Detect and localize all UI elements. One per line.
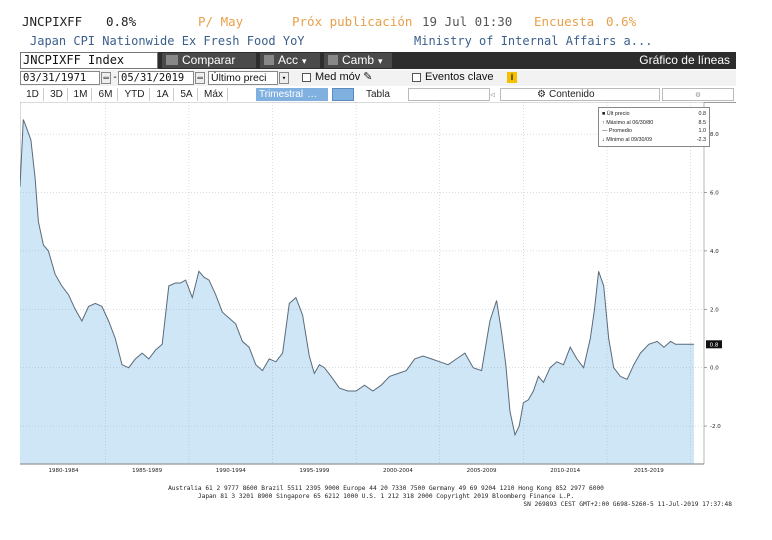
period-button-1m[interactable]: 1M <box>70 88 92 101</box>
start-date-calendar-icon[interactable]: ▭ <box>101 72 111 84</box>
next-release-date: 19 Jul 01:30 <box>422 14 513 29</box>
legend-value: 1.0 <box>698 128 707 134</box>
footer-contacts-line2: Japan 81 3 3201 8900 Singapore 65 6212 1… <box>197 493 575 500</box>
x-tick-label: 2015-2019 <box>634 468 664 474</box>
x-tick-label: 2010-2014 <box>550 468 580 474</box>
compare-icon <box>166 55 178 65</box>
end-date-calendar-icon[interactable]: ▭ <box>195 72 205 84</box>
period-button-3d[interactable]: 3D <box>46 88 68 101</box>
actions-icon <box>264 55 274 65</box>
data-source: Ministry of Internal Affairs a... <box>414 34 653 48</box>
x-tick-label: 1995-1999 <box>299 468 329 474</box>
start-date-input[interactable]: 03/31/1971 <box>20 71 100 85</box>
legend-row: ↓ Mínimo al 09/30/09 -2.3 <box>602 136 706 145</box>
ticker-label: JNCPIXFF <box>22 14 83 29</box>
compare-button[interactable]: Comparar <box>162 53 256 68</box>
content-label: Contenido <box>548 89 595 100</box>
last-value: 0.8% <box>106 14 137 29</box>
footer-contacts-line1: Australia 61 2 9777 8600 Brazil 5511 239… <box>168 485 604 492</box>
end-date-input[interactable]: 05/31/2019 <box>118 71 194 85</box>
y-tick-label: -2.0 <box>710 424 721 430</box>
legend-value: -2.3 <box>696 136 706 143</box>
security-header: JNCPIXFF 0.8% P/ May Próx publicación 19… <box>22 14 762 30</box>
legend-value: 0.8 <box>698 111 707 117</box>
period-button-ytd[interactable]: YTD <box>120 88 150 101</box>
security-description-row: Japan CPI Nationwide Ex Fresh Food YoY M… <box>30 34 760 48</box>
change-button[interactable]: Camb ▾ <box>324 53 392 68</box>
settings-gear-icon[interactable]: ⚙ <box>662 88 734 101</box>
pencil-icon[interactable]: ✎ <box>363 71 372 83</box>
chart-legend: ■ Últ precio 0.8 ↑ Máximo al 06/30/80 8.5— … <box>598 107 710 147</box>
y-tick-label: 4.0 <box>710 249 719 255</box>
table-scroll-icon[interactable]: ◁ <box>490 88 498 101</box>
controls-row: 03/31/1971 ▭ - 05/31/2019 ▭ Último preci… <box>20 70 736 86</box>
actions-label: Acc <box>278 53 299 67</box>
moving-avg-label: Med móv <box>315 71 361 83</box>
table-button[interactable]: Tabla <box>366 88 406 101</box>
legend-label: ↓ Mínimo al 09/30/09 <box>602 136 653 143</box>
legend-label: ■ Últ precio <box>602 111 630 117</box>
change-dropdown-icon: ▾ <box>378 56 383 66</box>
legend-row: — Promedio 1.0 <box>602 127 706 136</box>
security-description: Japan CPI Nationwide Ex Fresh Food YoY <box>30 34 305 48</box>
price-select-chevron-icon[interactable]: ▾ <box>279 72 289 84</box>
actions-button[interactable]: Acc ▾ <box>260 53 320 68</box>
change-label: Camb <box>342 53 375 67</box>
period-button-6m[interactable]: 6M <box>94 88 118 101</box>
x-tick-label: 2005-2009 <box>467 468 497 474</box>
period-button-1a[interactable]: 1A <box>152 88 174 101</box>
events-label: Eventos clave <box>425 71 494 83</box>
frequency-dropdown-icon: … <box>307 89 318 100</box>
compare-label: Comparar <box>182 53 236 67</box>
table-input[interactable] <box>408 88 490 101</box>
last-value-label: 0.8 <box>710 342 719 348</box>
y-tick-label: 0.0 <box>710 366 719 372</box>
period-button-5a[interactable]: 5A <box>176 88 198 101</box>
moving-avg-checkbox[interactable] <box>302 73 311 82</box>
legend-label: ↑ Máximo al 06/30/80 <box>602 119 654 126</box>
period-button-máx[interactable]: Máx <box>200 88 228 101</box>
x-tick-label: 1990-1994 <box>216 468 246 474</box>
legend-label: — Promedio <box>602 128 632 134</box>
period-label: P/ May <box>198 14 244 29</box>
chart-area: 8.0 6.0 4.0 2.0 0.0 -2.0 1980-1984 1985-1989 199… <box>19 101 736 502</box>
next-release-label: Próx publicación <box>292 14 413 29</box>
frequency-label: Trimestral <box>259 89 304 100</box>
events-checkbox[interactable] <box>412 73 421 82</box>
survey-value: 0.6% <box>606 14 637 29</box>
change-icon <box>328 55 338 65</box>
period-row: 1D 3D 1M 6M YTD 1A 5A Máx Trimestral… Tabla ◁ ⚙… <box>20 87 736 103</box>
x-tick-label: 1985-1989 <box>132 468 162 474</box>
content-button[interactable]: ⚙ Contenido <box>500 88 660 101</box>
y-tick-label: 6.0 <box>710 191 719 197</box>
x-tick-label: 2000-2004 <box>383 468 413 474</box>
content-icon: ⚙ <box>537 89 546 100</box>
chart-type-title[interactable]: Gráfico de líneas <box>580 53 730 68</box>
frequency-chevron-button[interactable] <box>332 88 354 101</box>
actions-dropdown-icon: ▾ <box>302 56 307 66</box>
period-button-1d[interactable]: 1D <box>22 88 44 101</box>
index-field[interactable]: JNCPIXFF Index <box>20 52 158 69</box>
legend-value: 8.5 <box>698 119 707 126</box>
y-tick-label: 8.0 <box>710 132 719 138</box>
toolbar: JNCPIXFF Index Comparar Acc ▾ Camb ▾ Gráfi… <box>20 52 736 69</box>
y-tick-label: 2.0 <box>710 307 719 313</box>
legend-row: ↑ Máximo al 06/30/80 8.5 <box>602 119 706 128</box>
chart-svg: 8.0 6.0 4.0 2.0 0.0 -2.0 1980-1984 1985-1989 199… <box>19 101 722 474</box>
footer-timestamp: SN 269893 CEST GMT+2:00 G698-5260-5 11-J… <box>523 501 732 508</box>
x-tick-label: 1980-1984 <box>48 468 78 474</box>
legend-row: ■ Últ precio 0.8 <box>602 110 706 119</box>
price-field-select[interactable]: Último preci <box>208 71 278 85</box>
events-info-badge[interactable]: i <box>507 72 517 83</box>
survey-label: Encuesta <box>534 14 595 29</box>
frequency-select[interactable]: Trimestral… <box>256 88 328 101</box>
